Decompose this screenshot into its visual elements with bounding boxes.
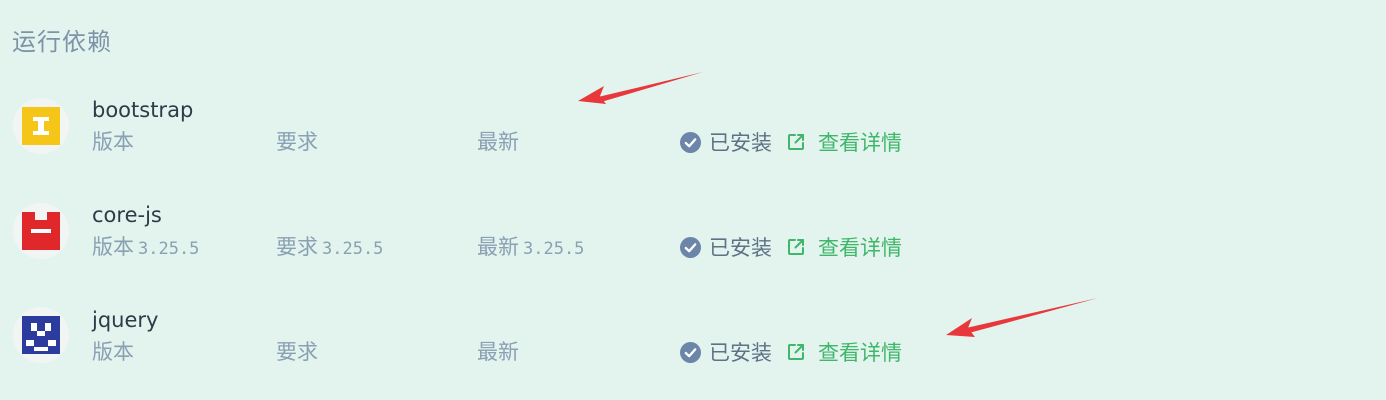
annotation-arrows: [578, 72, 1098, 337]
annotation-arrow-jquery-icon: [946, 298, 1098, 337]
annotation-arrow-bootstrap-icon: [578, 72, 703, 104]
